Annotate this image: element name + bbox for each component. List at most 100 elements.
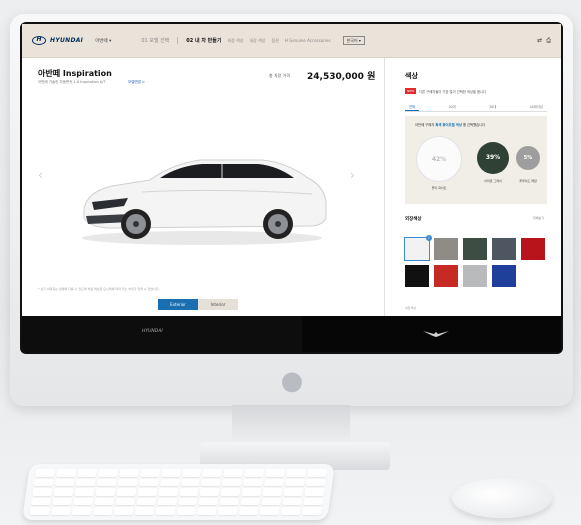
wings-logo-icon <box>423 331 449 337</box>
age-tabs: 전체 20대 30대 40대이상 <box>405 102 547 112</box>
keyboard-key <box>201 478 222 487</box>
keyboard-key <box>202 469 223 477</box>
color-swatch-blue[interactable] <box>492 265 516 287</box>
substep-options[interactable]: 옵션 <box>271 38 278 44</box>
keyboard-key <box>222 478 243 487</box>
print-icon[interactable]: ⎙ <box>546 37 551 45</box>
substep-exterior-color[interactable]: 외장 색상 <box>227 38 243 44</box>
language-select[interactable]: 한국어 ▾ <box>342 36 365 45</box>
keyboard-key <box>32 488 53 496</box>
keyboard-key <box>33 478 54 487</box>
color-stats-box: 아반떼 구매자 흑색 화이트펄 색상 를 선택했습니다 42% 39% 5% 폴… <box>405 116 547 204</box>
keyboard-key <box>280 507 301 515</box>
top-icons: ⇄ ⎙ <box>537 37 551 45</box>
keyboard-key <box>177 497 198 506</box>
car-title: 아반떼 Inspiration <box>38 69 112 78</box>
new-badge: NEW <box>405 88 417 94</box>
brand-logo[interactable]: H HYUNDAI <box>32 36 83 45</box>
stat-label-3: 플루이드 메탈 <box>519 179 537 183</box>
step-build-car[interactable]: 02 내 차 만들기 <box>186 37 221 44</box>
check-icon: ✓ <box>426 235 432 241</box>
keyboard-key <box>243 478 264 487</box>
keyboard-key <box>198 497 219 506</box>
keyboard-key <box>56 469 77 477</box>
color-swatch-silver[interactable] <box>463 265 487 287</box>
view-all-link[interactable]: 전체보기 <box>533 216 544 220</box>
keyboard-key <box>303 497 324 506</box>
color-panel: 색상 NEW 다른 구매자들이 가장 많이 선택한 색상을 봅니다 전체 20대… <box>384 58 561 316</box>
keyboard-key <box>118 469 139 477</box>
tab-all[interactable]: 전체 <box>405 102 420 111</box>
keyboard-key <box>134 507 155 515</box>
substep-nav: 외장 색상 내장 색상 옵션 H Genuine Accessories <box>227 38 330 44</box>
keyboard-key <box>307 469 328 477</box>
keyboard-key <box>77 469 98 477</box>
top-nav: H HYUNDAI 아반떼 ▾ 01 모델 선택 02 내 차 만들기 외장 색… <box>22 24 561 58</box>
keyboard-key <box>241 488 262 496</box>
keyboard-key <box>262 488 283 496</box>
web-page: H HYUNDAI 아반떼 ▾ 01 모델 선택 02 내 차 만들기 외장 색… <box>22 24 561 352</box>
tab-30s[interactable]: 30대 <box>485 102 500 111</box>
stat-summary: 아반떼 구매자 흑색 화이트펄 색상 를 선택했습니다 <box>415 122 485 127</box>
keyboard-key <box>261 497 282 506</box>
keyboard-key <box>199 488 220 496</box>
keyboard-key <box>53 488 74 496</box>
keyboard-key <box>219 497 240 506</box>
chevron-right-icon[interactable]: › <box>350 168 355 182</box>
change-model-link[interactable]: 모델변경 > <box>128 80 145 85</box>
color-swatch-red[interactable] <box>521 238 545 260</box>
keyboard-key <box>305 478 326 487</box>
keyboard-key <box>54 478 75 487</box>
keyboard-key <box>29 507 50 515</box>
car-image <box>82 159 327 245</box>
keyboard-key <box>114 497 135 506</box>
keyboard-key <box>72 497 93 506</box>
car-trim: 아반떼 가솔린 자동변속 1.6 Inspiration A/T <box>38 80 106 84</box>
notice-text: 다른 구매자들이 가장 많이 선택한 색상을 봅니다 <box>419 89 487 94</box>
keyboard-key <box>176 507 197 515</box>
mouse <box>452 478 552 518</box>
apple-logo-icon: ● <box>280 366 304 396</box>
view-toggle: Exterior Interior <box>158 299 238 310</box>
keyboard-key <box>117 478 138 487</box>
color-swatch-green[interactable] <box>463 238 487 260</box>
car-display-panel: 아반떼 Inspiration 아반떼 가솔린 자동변속 1.6 Inspira… <box>22 58 382 316</box>
keyboard-key <box>93 497 114 506</box>
color-swatch-gray[interactable] <box>434 238 458 260</box>
exterior-view-button[interactable]: Exterior <box>158 299 198 310</box>
keyboard-key <box>244 469 265 477</box>
color-swatch-black[interactable] <box>405 265 429 287</box>
model-select[interactable]: 아반떼 ▾ <box>95 38 111 44</box>
interior-view-button[interactable]: Interior <box>198 299 238 310</box>
keyboard-key <box>180 478 201 487</box>
substep-interior-color[interactable]: 내장 색상 <box>249 38 265 44</box>
chevron-left-icon[interactable]: ‹ <box>38 168 43 182</box>
keyboard-key <box>178 488 199 496</box>
color-swatches: ✓ <box>404 235 550 287</box>
divider <box>177 37 179 44</box>
keyboard-key <box>74 488 95 496</box>
footer-right <box>302 316 561 352</box>
share-icon[interactable]: ⇄ <box>537 37 542 45</box>
step-model-select[interactable]: 01 모델 선택 <box>141 37 169 44</box>
color-swatch-red-2[interactable] <box>434 265 458 287</box>
keyboard-key <box>283 488 304 496</box>
keyboard-key <box>71 507 92 515</box>
color-swatch-slate[interactable] <box>492 238 516 260</box>
keyboard-key <box>156 497 177 506</box>
tab-40s-plus[interactable]: 40대이상 <box>526 102 547 111</box>
color-swatch-white[interactable]: ✓ <box>404 235 432 261</box>
exterior-color-title: 외장색상 <box>405 217 422 222</box>
keyboard-key <box>75 478 96 487</box>
keyboard-key <box>239 507 260 515</box>
keyboard <box>22 464 335 520</box>
keyboard-key <box>259 507 280 515</box>
stat-circle-1: 42% <box>416 136 462 182</box>
keyboard-key <box>113 507 134 515</box>
price-label: 총 차량 가격 <box>269 73 290 78</box>
tab-20s[interactable]: 20대 <box>444 102 459 111</box>
keyboard-key <box>155 507 176 515</box>
substep-accessories[interactable]: H Genuine Accessories <box>285 38 331 44</box>
disclaimer-text: * 상기 이미지는 실제와 다를 수 있으며 차량 색상은 모니터에 따라 다소… <box>38 287 160 291</box>
keyboard-key <box>139 469 160 477</box>
